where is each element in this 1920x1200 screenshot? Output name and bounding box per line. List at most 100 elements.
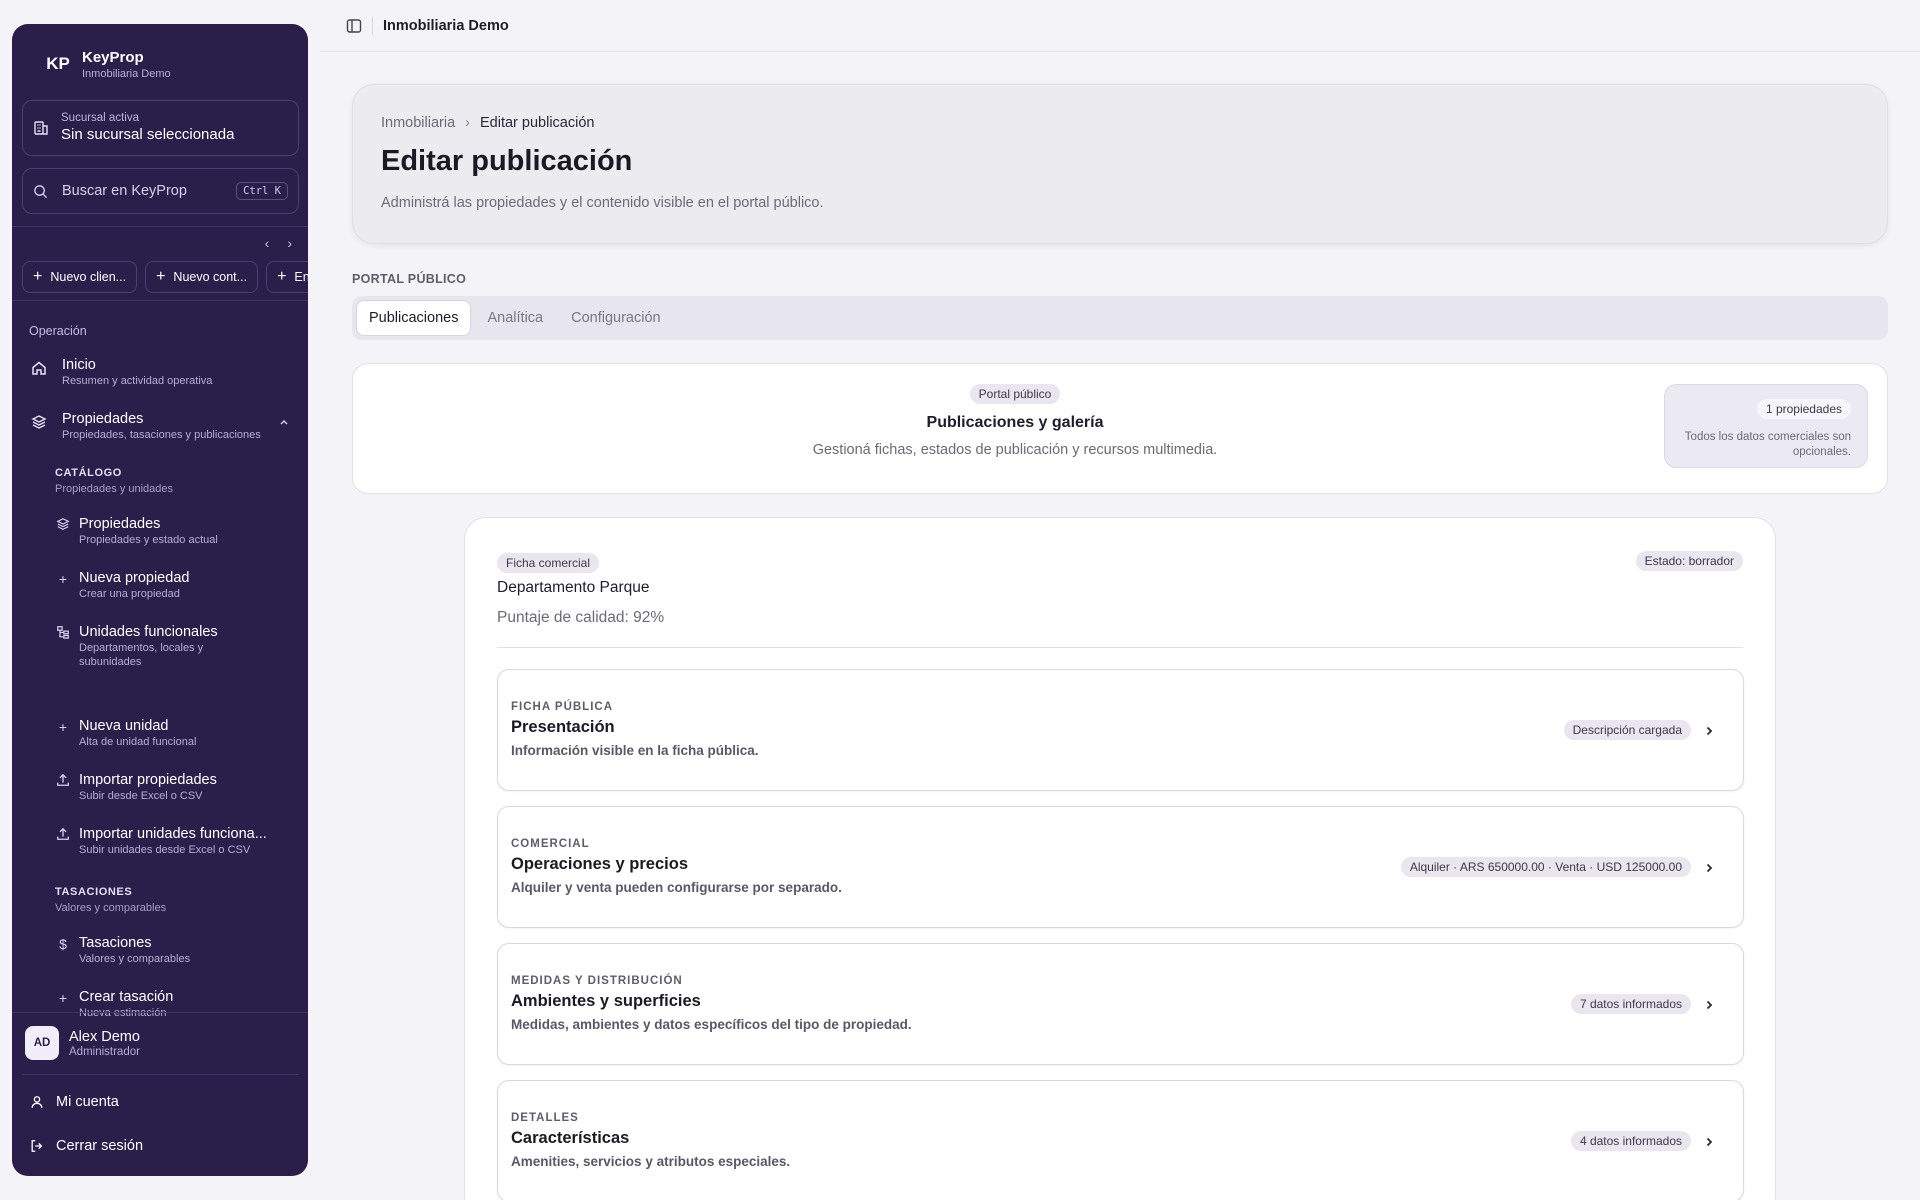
new-contact-button[interactable]: + Nuevo cont... bbox=[145, 261, 259, 293]
chevron-right-icon[interactable]: › bbox=[287, 235, 292, 251]
logout-button[interactable]: Cerrar sesión bbox=[30, 1138, 143, 1154]
chevron-up-icon[interactable] bbox=[278, 416, 290, 428]
quick-action-label: Nuevo cont... bbox=[173, 270, 248, 284]
section-title: Operaciones y precios bbox=[511, 855, 688, 873]
section-desc: Información visible en la ficha pública. bbox=[511, 743, 759, 758]
breadcrumb-item[interactable]: Inmobiliaria bbox=[381, 115, 455, 131]
breadcrumb: Inmobiliaria › Editar publicación bbox=[381, 115, 594, 131]
section-badge: Descripción cargada bbox=[1563, 720, 1691, 740]
search-input[interactable]: Buscar en KeyProp Ctrl K bbox=[22, 168, 299, 214]
sub-label: Propiedades bbox=[79, 516, 161, 532]
sidebar-item-unidades[interactable]: Unidades funcionales Departamentos, local… bbox=[55, 623, 285, 669]
sidebar-item-nueva-unidad[interactable]: + Nueva unidad Alta de unidad funcional bbox=[55, 717, 285, 749]
section-badge: 7 datos informados bbox=[1570, 994, 1691, 1014]
chevron-left-icon[interactable]: ‹ bbox=[265, 235, 270, 251]
section-caracteristicas[interactable]: DETALLES Características Amenities, serv… bbox=[497, 1080, 1744, 1200]
page-description: Administrá las propiedades y el contenid… bbox=[381, 195, 824, 211]
sub-desc: Alta de unidad funcional bbox=[79, 736, 197, 748]
portal-title: Publicaciones y galería bbox=[926, 414, 1104, 431]
tab-configuracion[interactable]: Configuración bbox=[559, 300, 672, 336]
home-icon bbox=[28, 360, 50, 376]
sidebar-item-nueva-propiedad[interactable]: + Nueva propiedad Crear una propiedad bbox=[55, 569, 285, 601]
sub-label: Crear tasación bbox=[79, 989, 174, 1005]
group-tasaciones: TASACIONES Valores y comparables bbox=[55, 886, 166, 914]
portal-summary: Portal público Publicaciones y galería G… bbox=[353, 384, 1677, 458]
sub-desc: Subir desde Excel o CSV bbox=[79, 790, 203, 802]
logout-label: Cerrar sesión bbox=[56, 1138, 144, 1154]
brand-subtitle: Inmobiliaria Demo bbox=[82, 67, 171, 80]
section-ambientes[interactable]: MEDIDAS Y DISTRIBUCIÓN Ambientes y super… bbox=[497, 943, 1744, 1065]
sidebar-item-importar-unidades[interactable]: Importar unidades funciona... Subir unida… bbox=[55, 825, 285, 857]
section-desc: Amenities, servicios y atributos especia… bbox=[511, 1154, 791, 1169]
sub-label: Unidades funcionales bbox=[79, 624, 218, 640]
plus-icon: + bbox=[277, 268, 287, 285]
user-profile[interactable]: AD Alex Demo Administrador bbox=[25, 1026, 140, 1060]
section-kicker: COMERCIAL bbox=[511, 838, 590, 850]
plus-icon: + bbox=[58, 571, 68, 587]
account-label: Mi cuenta bbox=[56, 1094, 119, 1110]
user-name: Alex Demo bbox=[69, 1029, 140, 1045]
tab-publicaciones[interactable]: Publicaciones bbox=[356, 300, 472, 336]
quick-actions: + Nuevo clien... + Nuevo cont... + En bbox=[22, 261, 308, 293]
dollar-icon: $ bbox=[59, 936, 67, 952]
portal-tabs: Publicaciones Analítica Configuración bbox=[352, 296, 1888, 340]
portal-note: Todos los datos comerciales son opcional… bbox=[1684, 431, 1851, 458]
divider bbox=[12, 300, 308, 301]
chevron-right-icon bbox=[1703, 862, 1715, 874]
property-name: Departamento Parque bbox=[497, 579, 650, 596]
sidebar-item-propiedades[interactable]: Propiedades Propiedades, tasaciones y pub… bbox=[28, 410, 298, 442]
brand[interactable]: KP KeyProp Inmobiliaria Demo bbox=[36, 42, 171, 86]
user-role: Administrador bbox=[69, 1046, 140, 1058]
search-shortcut: Ctrl K bbox=[236, 182, 288, 200]
sub-label: Tasaciones bbox=[79, 935, 152, 951]
sidebar-item-tasaciones[interactable]: $ Tasaciones Valores y comparables bbox=[55, 934, 285, 966]
new-client-button[interactable]: + Nuevo clien... bbox=[22, 261, 138, 293]
sidebar-item-inicio[interactable]: Inicio Resumen y actividad operativa bbox=[28, 356, 298, 388]
chevron-right-icon bbox=[1703, 1136, 1715, 1148]
group-title: TASACIONES bbox=[55, 886, 133, 898]
sidebar: KP KeyProp Inmobiliaria Demo Sucursal ac… bbox=[12, 24, 308, 1176]
quick-action-button[interactable]: + En bbox=[266, 261, 308, 293]
section-desc: Alquiler y venta pueden configurarse por… bbox=[511, 880, 842, 895]
section-title: Presentación bbox=[511, 718, 615, 736]
upload-icon bbox=[55, 827, 71, 841]
group-desc: Valores y comparables bbox=[55, 902, 167, 914]
section-badge: Alquiler · ARS 650000.00 · Venta · USD 1… bbox=[1400, 857, 1691, 877]
section-operaciones[interactable]: COMERCIAL Operaciones y precios Alquiler… bbox=[497, 806, 1744, 928]
quick-action-label: En bbox=[294, 270, 308, 284]
sidebar-toggle-icon[interactable] bbox=[346, 18, 362, 34]
hierarchy-icon bbox=[55, 625, 71, 639]
ficha-pill: Ficha comercial bbox=[497, 553, 600, 573]
branch-selector[interactable]: Sucursal activa Sin sucursal seleccionad… bbox=[22, 100, 299, 156]
upload-icon bbox=[55, 773, 71, 787]
section-title: Características bbox=[511, 1129, 630, 1147]
nav-label: Inicio bbox=[62, 357, 96, 373]
section-presentacion[interactable]: FICHA PÚBLICA Presentación Información v… bbox=[497, 669, 1744, 791]
group-desc: Propiedades y unidades bbox=[55, 483, 174, 495]
page-header: Inmobiliaria › Editar publicación Editar… bbox=[352, 84, 1888, 244]
tab-analitica[interactable]: Analítica bbox=[475, 300, 555, 336]
search-icon bbox=[33, 184, 48, 199]
divider bbox=[22, 1074, 299, 1075]
quick-actions-scroll: ‹ › bbox=[265, 235, 292, 251]
account-link[interactable]: Mi cuenta bbox=[30, 1094, 119, 1110]
sidebar-item-propiedades-list[interactable]: Propiedades Propiedades y estado actual bbox=[55, 515, 285, 547]
plus-icon: + bbox=[58, 719, 68, 735]
sub-label: Nueva unidad bbox=[79, 718, 169, 734]
sub-desc: Valores y comparables bbox=[79, 953, 191, 965]
status-badge: Estado: borrador bbox=[1635, 551, 1743, 571]
group-title: CATÁLOGO bbox=[55, 467, 122, 479]
sidebar-item-importar-propiedades[interactable]: Importar propiedades Subir desde Excel o … bbox=[55, 771, 285, 803]
user-icon bbox=[30, 1095, 44, 1109]
building-icon bbox=[33, 120, 49, 136]
sub-label: Importar propiedades bbox=[79, 772, 217, 788]
sub-desc: Propiedades y estado actual bbox=[79, 534, 218, 546]
section-badge: 4 datos informados bbox=[1570, 1131, 1691, 1151]
divider bbox=[372, 16, 373, 35]
sub-label: Nueva propiedad bbox=[79, 570, 190, 586]
chevron-right-icon: › bbox=[465, 115, 470, 131]
avatar: AD bbox=[25, 1026, 59, 1060]
topbar-title: Inmobiliaria Demo bbox=[383, 17, 509, 34]
divider bbox=[497, 647, 1743, 648]
sidebar-item-crear-tasacion[interactable]: + Crear tasación Nueva estimación bbox=[55, 988, 285, 1020]
